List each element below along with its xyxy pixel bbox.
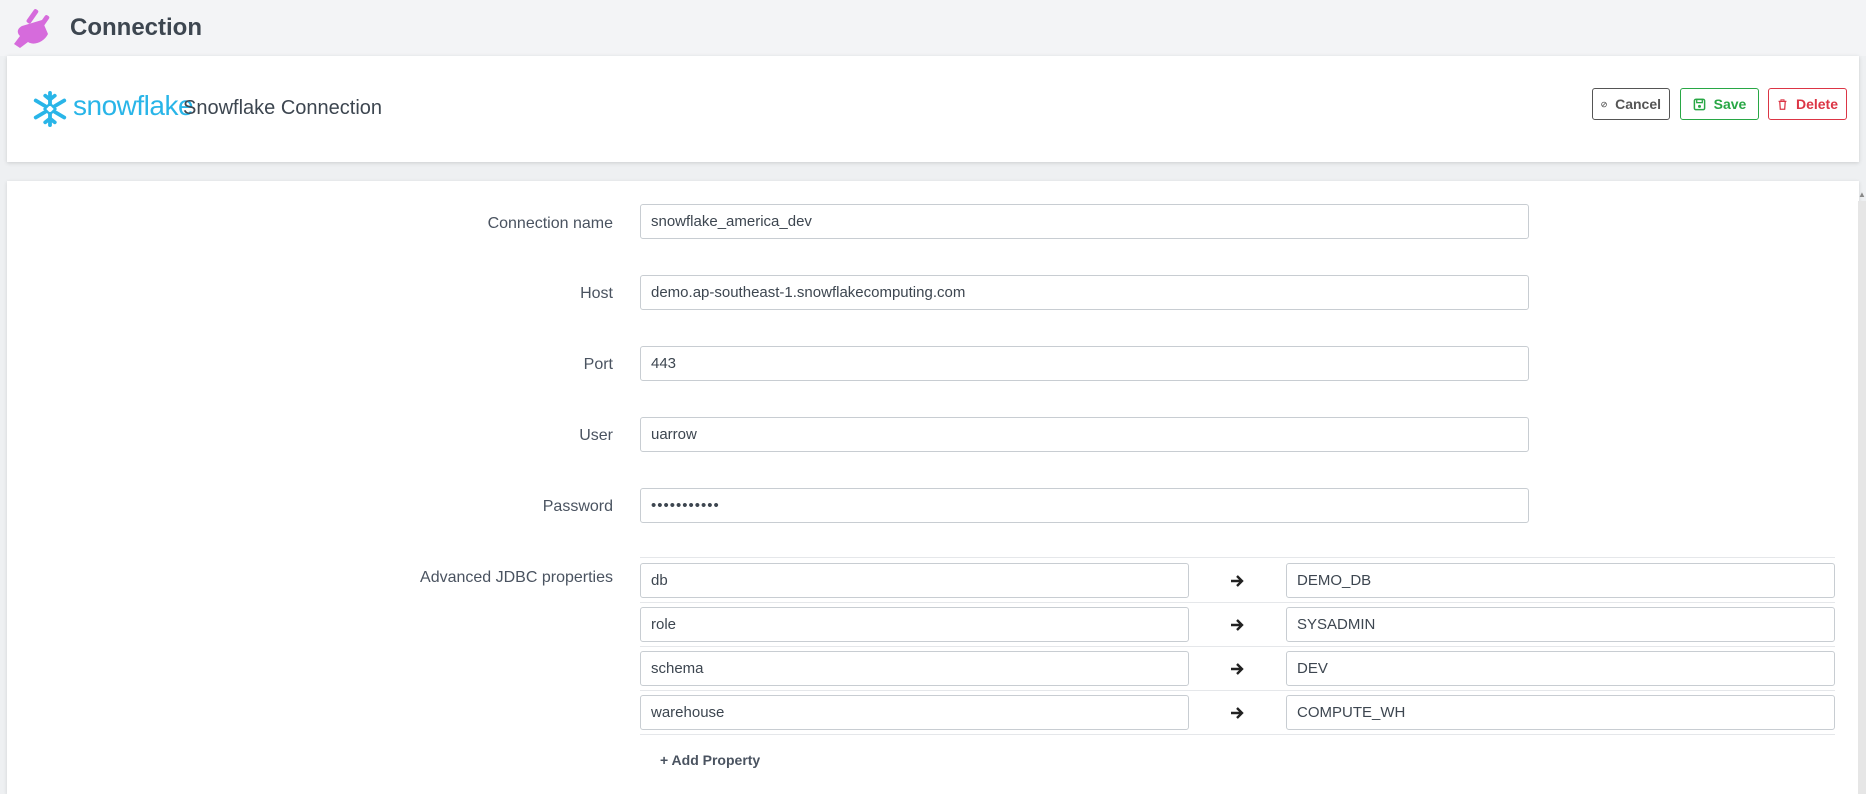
divider	[640, 646, 1835, 647]
property-value-input[interactable]	[1286, 695, 1835, 730]
trash-icon	[1778, 98, 1787, 110]
connection-header-card: snowflake Snowflake Connection Cancel Sa…	[7, 56, 1859, 162]
connection-name-label: Connection name	[487, 215, 613, 232]
user-input[interactable]	[640, 417, 1529, 452]
ban-icon	[1601, 101, 1607, 107]
snowflake-logo-icon	[33, 90, 67, 128]
arrow-right-icon	[1231, 575, 1244, 587]
delete-button[interactable]: Delete	[1768, 88, 1847, 120]
property-value-input[interactable]	[1286, 607, 1835, 642]
top-bar: Connection	[0, 0, 1866, 56]
cancel-label: Cancel	[1615, 96, 1661, 112]
password-label: Password	[542, 498, 613, 515]
arrow-right-icon	[1231, 663, 1244, 675]
delete-label: Delete	[1795, 96, 1838, 112]
save-button[interactable]: Save	[1680, 88, 1759, 120]
property-key-input[interactable]	[640, 695, 1189, 730]
floppy-disk-icon	[1693, 98, 1705, 110]
scroll-up-icon[interactable]: ▲	[1858, 190, 1866, 200]
cancel-button[interactable]: Cancel	[1592, 88, 1670, 120]
arrow-right-icon	[1231, 619, 1244, 631]
host-input[interactable]	[640, 275, 1529, 310]
vertical-scrollbar[interactable]	[1858, 201, 1866, 794]
property-value-input[interactable]	[1286, 563, 1835, 598]
arrow-right-icon	[1231, 707, 1244, 719]
add-property-button[interactable]: + Add Property	[660, 752, 760, 768]
divider	[640, 690, 1835, 691]
property-key-input[interactable]	[640, 563, 1189, 598]
divider	[640, 602, 1835, 603]
host-label: Host	[580, 285, 613, 302]
advanced-jdbc-label: Advanced JDBC properties	[420, 569, 613, 586]
property-value-input[interactable]	[1286, 651, 1835, 686]
page-title: Connection	[70, 14, 202, 41]
divider	[640, 734, 1835, 735]
connection-name-input[interactable]	[640, 204, 1529, 239]
password-input[interactable]	[640, 488, 1529, 523]
divider	[640, 557, 1835, 558]
user-label: User	[579, 427, 613, 444]
property-key-input[interactable]	[640, 607, 1189, 642]
plug-icon	[14, 9, 50, 48]
snowflake-brand-word: snowflake	[73, 90, 194, 121]
port-input[interactable]	[640, 346, 1529, 381]
property-key-input[interactable]	[640, 651, 1189, 686]
connection-title: Snowflake Connection	[183, 97, 383, 119]
save-label: Save	[1713, 96, 1747, 112]
port-label: Port	[583, 356, 613, 373]
